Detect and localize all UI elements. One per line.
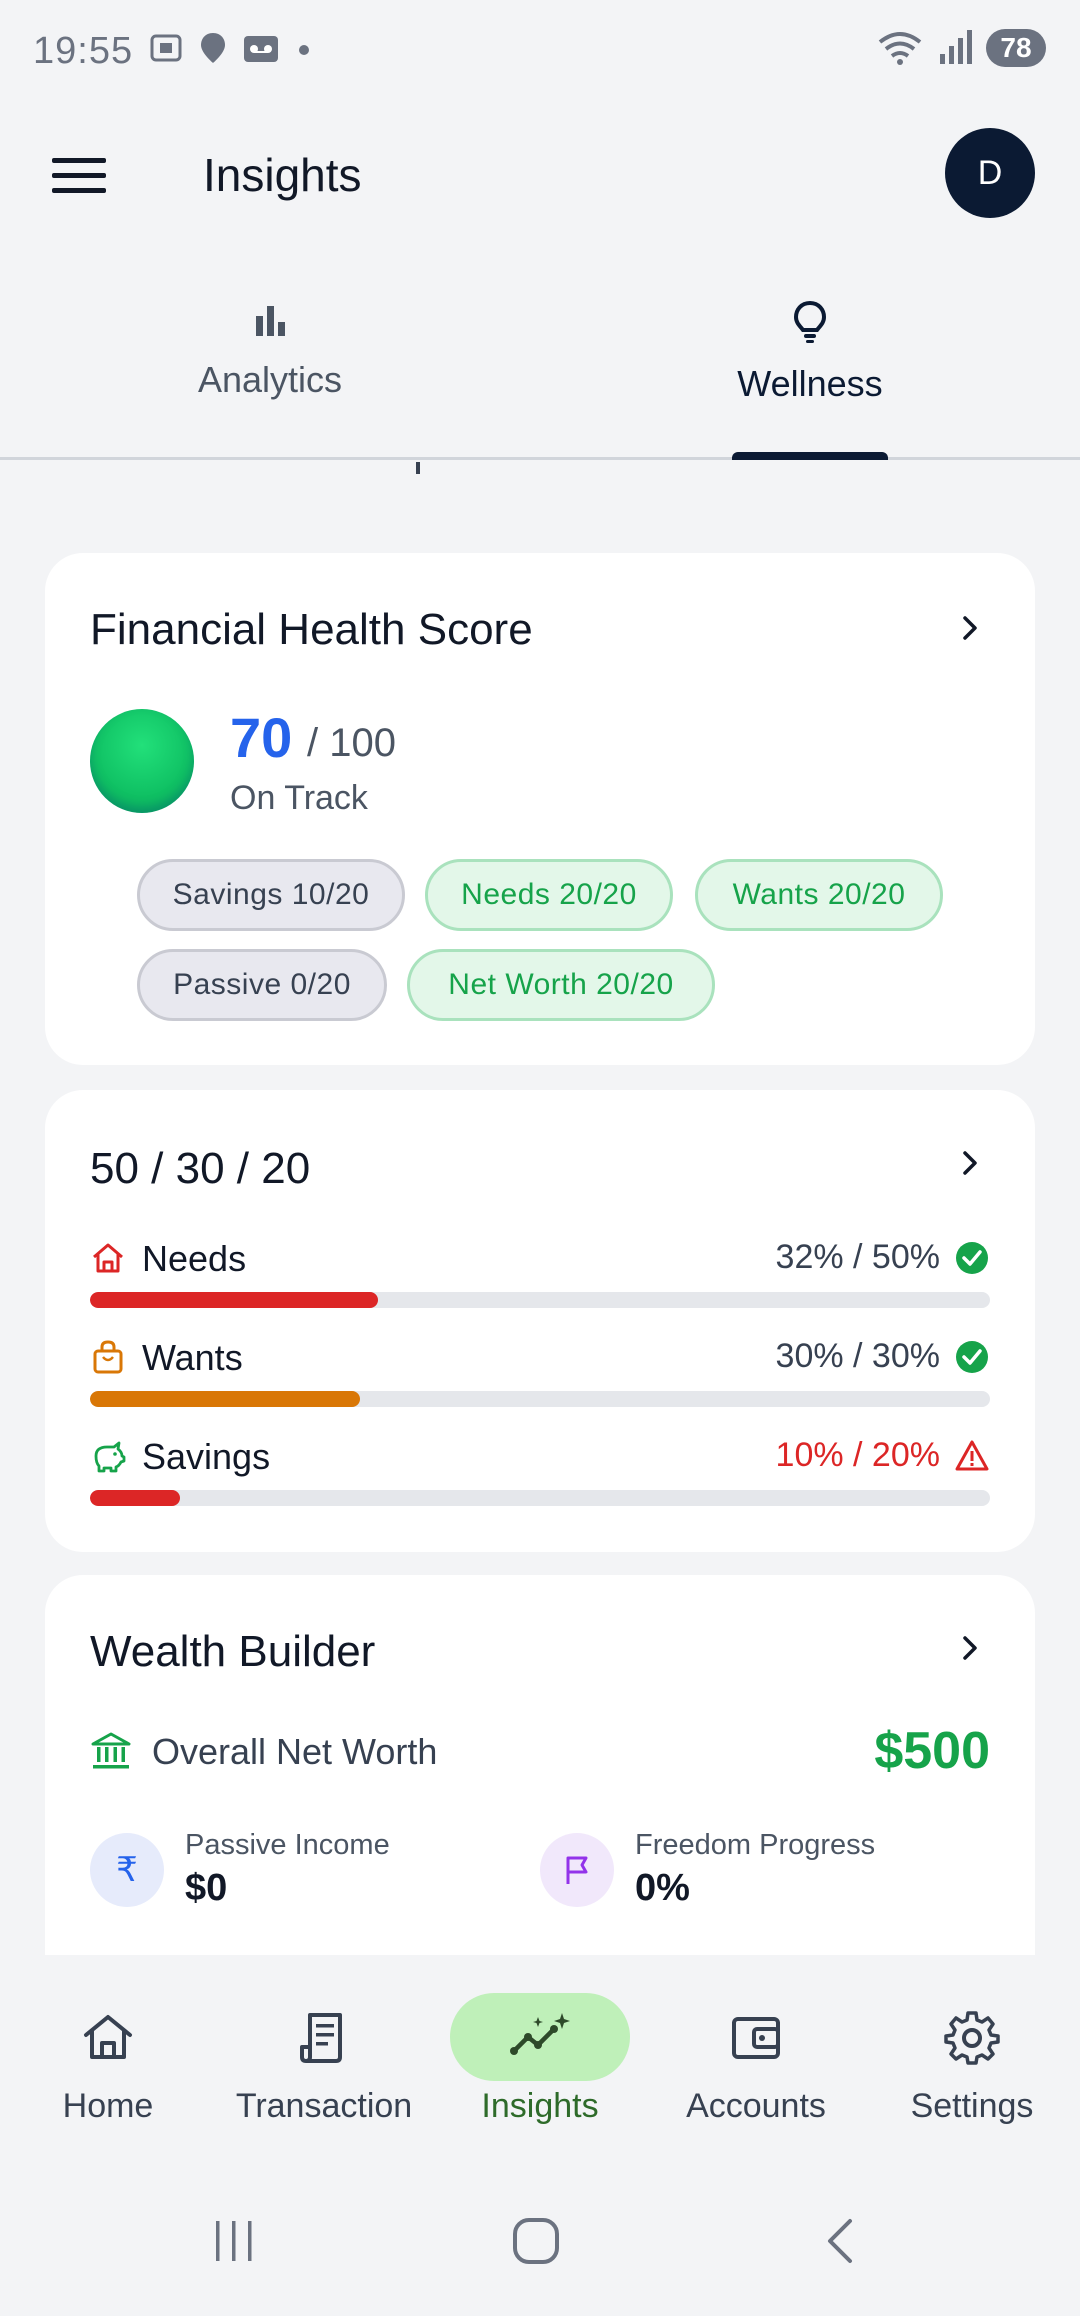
wifi-icon xyxy=(878,32,922,65)
battery-indicator: 78 xyxy=(986,29,1046,67)
check-circle-icon xyxy=(956,1341,988,1373)
budget-rule-card[interactable]: 50 / 30 / 20 Needs 32% / 50% Wants 30% /… xyxy=(45,1090,1035,1552)
tab-analytics-label: Analytics xyxy=(197,359,343,400)
home-circle-icon[interactable] xyxy=(512,2217,560,2265)
progress-bar-wants xyxy=(90,1391,990,1407)
nav-settings[interactable]: Settings xyxy=(864,1993,1080,2126)
location-pin-icon xyxy=(201,33,225,63)
rupee-icon: ₹ xyxy=(116,1850,138,1890)
screenshot-icon xyxy=(150,34,182,62)
financial-health-title: Financial Health Score xyxy=(90,605,533,654)
bank-icon xyxy=(91,1732,131,1769)
system-navigation-bar xyxy=(0,2165,1080,2316)
rule-value-savings: 10% / 20% xyxy=(775,1436,940,1474)
avatar[interactable]: D xyxy=(945,128,1035,218)
rule-value-wants: 30% / 30% xyxy=(775,1337,940,1375)
progress-bar-savings xyxy=(90,1490,990,1506)
rule-value-needs: 32% / 50% xyxy=(775,1238,940,1276)
tab-wellness-label: Wellness xyxy=(737,363,883,404)
chevron-right-icon[interactable] xyxy=(955,1633,985,1663)
chip-passive: Passive 0/20 xyxy=(137,949,387,1021)
wealth-builder-title: Wealth Builder xyxy=(90,1627,376,1676)
nav-accounts-label: Accounts xyxy=(686,2087,826,2125)
nav-home-label: Home xyxy=(62,2087,154,2125)
flag-icon-badge xyxy=(540,1833,614,1907)
warning-triangle-icon xyxy=(955,1440,989,1471)
trend-sparkle-icon xyxy=(510,2013,570,2055)
nav-settings-label: Settings xyxy=(910,2087,1034,2125)
recent-apps-icon[interactable] xyxy=(212,2219,256,2263)
score-max: / 100 xyxy=(307,721,396,765)
financial-health-card[interactable]: Financial Health Score 70 / 100 On Track… xyxy=(45,553,1035,1065)
progress-fill-needs xyxy=(90,1292,378,1308)
receipt-icon xyxy=(300,2013,342,2063)
rule-label-needs: Needs xyxy=(142,1238,247,1279)
app-bar: Insights D xyxy=(0,120,1080,230)
tab-wellness[interactable]: Wellness xyxy=(660,300,960,405)
menu-icon[interactable] xyxy=(52,156,106,196)
home-icon xyxy=(84,2015,132,2059)
flag-icon xyxy=(566,1856,588,1884)
shopping-bag-icon xyxy=(93,1340,123,1374)
nav-transaction[interactable]: Transaction xyxy=(216,1993,432,2126)
bar-chart-icon xyxy=(256,306,285,336)
wallet-icon xyxy=(732,2017,780,2059)
status-bar: 19:55 78 xyxy=(0,0,1080,105)
rule-row-savings: Savings 10% / 20% xyxy=(90,1436,990,1528)
chip-wants: Wants 20/20 xyxy=(695,859,943,931)
rule-label-wants: Wants xyxy=(142,1337,243,1378)
score-value: 70 xyxy=(230,706,293,769)
rule-row-wants: Wants 30% / 30% xyxy=(90,1337,990,1429)
progress-fill-wants xyxy=(90,1391,360,1407)
score-indicator-dot xyxy=(90,709,194,813)
gear-icon xyxy=(944,2011,1000,2065)
nav-insights[interactable]: Insights xyxy=(432,1993,648,2126)
tab-bar: Analytics Wellness xyxy=(0,270,1080,460)
bottom-navigation: Home Transaction Insights Accounts Setti… xyxy=(0,1955,1080,2165)
nav-insights-label: Insights xyxy=(481,2087,599,2125)
dot-icon xyxy=(299,45,309,55)
nav-transaction-label: Transaction xyxy=(235,2087,413,2125)
rule-row-needs: Needs 32% / 50% xyxy=(90,1238,990,1330)
nav-home[interactable]: Home xyxy=(0,1993,216,2126)
back-icon[interactable] xyxy=(822,2217,858,2265)
chip-needs: Needs 20/20 xyxy=(425,859,673,931)
status-time: 19:55 xyxy=(33,30,134,72)
rule-label-savings: Savings xyxy=(142,1436,271,1477)
voicemail-icon xyxy=(244,36,278,62)
freedom-progress-label: Freedom Progress xyxy=(635,1829,876,1861)
home-outline-icon xyxy=(93,1243,123,1273)
check-circle-icon xyxy=(956,1242,988,1274)
budget-rule-title: 50 / 30 / 20 xyxy=(90,1144,311,1193)
passive-income-value: $0 xyxy=(185,1867,228,1909)
tab-analytics[interactable]: Analytics xyxy=(120,300,420,401)
page-title: Insights xyxy=(203,149,362,201)
net-worth-label: Overall Net Worth xyxy=(152,1731,438,1772)
chip-net-worth: Net Worth 20/20 xyxy=(407,949,715,1021)
signal-icon xyxy=(940,30,972,64)
progress-bar-needs xyxy=(90,1292,990,1308)
divider-mark xyxy=(416,462,420,474)
chevron-right-icon[interactable] xyxy=(955,1148,985,1178)
chevron-right-icon[interactable] xyxy=(955,613,985,643)
piggy-bank-icon xyxy=(94,1441,126,1473)
passive-income-label: Passive Income xyxy=(185,1829,390,1861)
net-worth-value: $500 xyxy=(874,1722,990,1780)
progress-fill-savings xyxy=(90,1490,180,1506)
lightbulb-icon xyxy=(793,300,827,343)
chip-savings: Savings 10/20 xyxy=(137,859,405,931)
nav-accounts[interactable]: Accounts xyxy=(648,1993,864,2126)
freedom-progress-value: 0% xyxy=(635,1867,690,1909)
score-status: On Track xyxy=(230,779,368,817)
tab-indicator xyxy=(732,452,888,460)
rupee-icon-badge: ₹ xyxy=(90,1833,164,1907)
